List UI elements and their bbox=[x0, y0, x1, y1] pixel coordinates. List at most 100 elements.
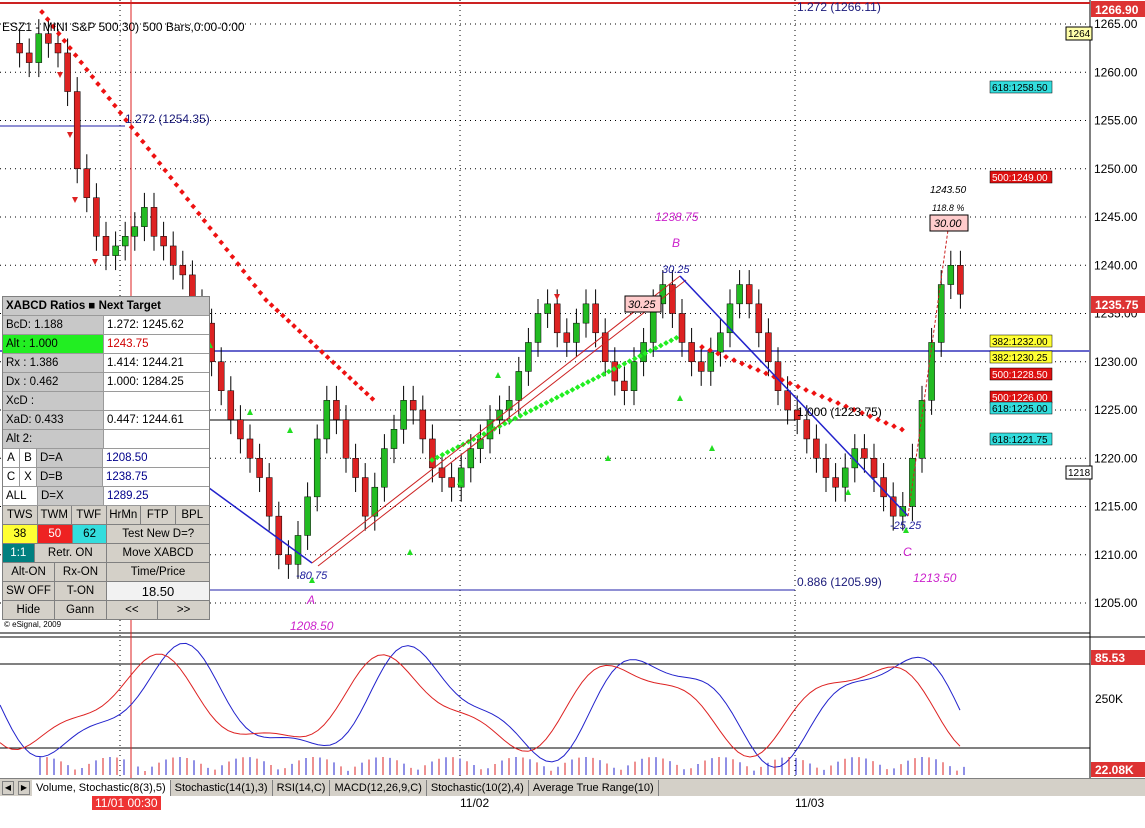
study-tabs: ◀ ▶ Volume, Stochastic(8(3),5) Stochastic… bbox=[0, 778, 1145, 796]
candle-body bbox=[400, 400, 407, 430]
price-tick: 1245.00 bbox=[1094, 210, 1138, 224]
panel-button-btn_row6-3[interactable]: >> bbox=[158, 601, 209, 619]
price-tick: 1230.00 bbox=[1094, 355, 1138, 369]
panel-button-btn_row6-1[interactable]: Gann bbox=[54, 601, 107, 619]
candle-body bbox=[563, 332, 571, 343]
xabcd-ratios-panel: XABCD Ratios ■ Next Target BcD: 1.188 1.2… bbox=[2, 296, 210, 620]
candle-body bbox=[534, 313, 542, 343]
ratio-label: BcD: 1.188 bbox=[3, 316, 104, 334]
candle-body bbox=[64, 52, 71, 92]
copyright: © eSignal, 2009 bbox=[4, 620, 62, 629]
panel-button-btn_row4-0[interactable]: Alt-ON bbox=[3, 563, 55, 581]
target-toggle[interactable]: A bbox=[3, 449, 20, 467]
panel-button-btn_row6-0[interactable]: Hide bbox=[3, 601, 55, 619]
candle-body bbox=[285, 554, 292, 565]
candle-body bbox=[515, 371, 523, 401]
target-rule: D=X bbox=[38, 487, 104, 505]
price-tick: 1250.00 bbox=[1094, 162, 1138, 176]
target-row[interactable]: C X D=B 1238.75 bbox=[3, 468, 209, 487]
candle-body bbox=[150, 207, 158, 237]
ratio-row: Alt : 1.000 1243.75 bbox=[3, 335, 209, 354]
price-tick: 1265.00 bbox=[1094, 17, 1138, 31]
candle-body bbox=[265, 477, 273, 517]
candle-body bbox=[304, 496, 311, 536]
panel-button-btn_row2-0[interactable]: 38 bbox=[3, 525, 38, 543]
price-tick: 1210.00 bbox=[1094, 548, 1138, 562]
ratio-row: XaD: 0.433 0.447: 1244.61 bbox=[3, 411, 209, 430]
point-c-label: C bbox=[903, 545, 912, 559]
target-toggle[interactable]: C bbox=[3, 468, 20, 486]
panel-button-btn_row4-1[interactable]: Rx-ON bbox=[55, 563, 107, 581]
price-tick: 1225.00 bbox=[1094, 403, 1138, 417]
price-tick: 1255.00 bbox=[1094, 114, 1138, 128]
panel-button-btn_row5-2[interactable]: 18.50 bbox=[107, 582, 209, 600]
ratio-row: Alt 2: bbox=[3, 430, 209, 449]
candle-body bbox=[35, 33, 43, 63]
study-tab-0[interactable]: Volume, Stochastic(8(3),5) bbox=[32, 779, 171, 796]
target-toggle[interactable]: B bbox=[20, 449, 37, 467]
panel-button-btn_row3-1[interactable]: Retr. ON bbox=[34, 544, 107, 562]
study-tab-3[interactable]: MACD(12,26,9,C) bbox=[330, 779, 427, 796]
candle-body bbox=[755, 303, 763, 334]
point-b-label: B bbox=[672, 236, 680, 250]
candle-body bbox=[544, 303, 551, 314]
fib-target-text: 500:1249.00 bbox=[992, 173, 1048, 184]
candle-body bbox=[141, 207, 148, 227]
candle-body bbox=[630, 361, 638, 391]
top-price-label: 1266.90 bbox=[1095, 3, 1139, 17]
target-row[interactable]: A B D=A 1208.50 bbox=[3, 449, 209, 468]
candle-body bbox=[582, 303, 590, 324]
panel-button-btn_row4-2[interactable]: Time/Price bbox=[107, 563, 209, 581]
target-value: 1289.25 bbox=[104, 487, 209, 505]
panel-button-btn_row2-2[interactable]: 62 bbox=[72, 525, 108, 543]
panel-button-btn_row1-1[interactable]: TWM bbox=[37, 506, 72, 524]
tab-scroll-left-icon[interactable]: ◀ bbox=[2, 780, 14, 795]
target-toggle[interactable]: X bbox=[20, 468, 37, 486]
target-all[interactable]: ALL bbox=[3, 487, 38, 505]
candle-body bbox=[707, 351, 715, 372]
fib-target-text: 500:1228.50 bbox=[992, 370, 1048, 381]
study-tab-5[interactable]: Average True Range(10) bbox=[529, 779, 659, 796]
study-tab-4[interactable]: Stochastic(10(2),4) bbox=[427, 779, 529, 796]
panel-button-btn_row1-2[interactable]: TWF bbox=[72, 506, 107, 524]
candle-body bbox=[323, 400, 331, 440]
candle-body bbox=[179, 265, 187, 276]
tab-scroll-right-icon[interactable]: ▶ bbox=[18, 780, 30, 795]
candle-body bbox=[611, 361, 619, 382]
point-d-pct: 118.8 % bbox=[932, 203, 964, 213]
date-axis: 11/01 00:30 11/02 11/03 bbox=[0, 795, 1145, 813]
lower-mid-label: 250K bbox=[1095, 692, 1123, 706]
lower-top-label: 85.53 bbox=[1095, 651, 1125, 665]
panel-button-btn_row5-1[interactable]: T-ON bbox=[55, 582, 107, 600]
panel-button-btn_row1-4[interactable]: FTP bbox=[141, 506, 176, 524]
study-tab-1[interactable]: Stochastic(14(1),3) bbox=[171, 779, 273, 796]
ratio-row: BcD: 1.188 1.272: 1245.62 bbox=[3, 316, 209, 335]
candle-body bbox=[813, 438, 820, 459]
point-d-price: 1243.50 bbox=[930, 185, 967, 196]
candle-body bbox=[83, 168, 91, 198]
panel-button-btn_row2-1[interactable]: 50 bbox=[37, 525, 73, 543]
candle-body bbox=[937, 284, 945, 343]
panel-button-btn_row3-0[interactable]: 1:1 bbox=[3, 544, 35, 562]
panel-button-btn_row3-2[interactable]: Move XABCD bbox=[107, 544, 209, 562]
panel-button-btn_row1-3[interactable]: HrMn bbox=[106, 506, 141, 524]
fib-target-text: 618:1221.75 bbox=[992, 435, 1048, 446]
price-tick: 1215.00 bbox=[1094, 500, 1138, 514]
candle-body bbox=[947, 265, 955, 285]
panel-button-btn_row2-3[interactable]: Test New D=? bbox=[107, 525, 209, 543]
panel-button-btn_row1-5[interactable]: BPL bbox=[175, 506, 209, 524]
panel-button-btn_row5-0[interactable]: SW OFF bbox=[3, 582, 55, 600]
lower-bottom-label: 22.08K bbox=[1095, 763, 1134, 777]
point-b-value: 30.25 bbox=[662, 264, 690, 276]
candle-body bbox=[237, 419, 244, 440]
candle-body bbox=[112, 245, 119, 256]
date-label-1102: 11/02 bbox=[460, 796, 490, 810]
ratio-label: Alt : 1.000 bbox=[3, 335, 104, 353]
candle-body bbox=[429, 438, 436, 469]
target-row[interactable]: ALL D=X 1289.25 bbox=[3, 487, 209, 506]
study-tab-2[interactable]: RSI(14,C) bbox=[273, 779, 331, 796]
panel-button-btn_row1-0[interactable]: TWS bbox=[3, 506, 38, 524]
candle-body bbox=[25, 52, 33, 63]
panel-button-btn_row6-2[interactable]: << bbox=[106, 601, 159, 619]
candle-body bbox=[505, 400, 513, 411]
